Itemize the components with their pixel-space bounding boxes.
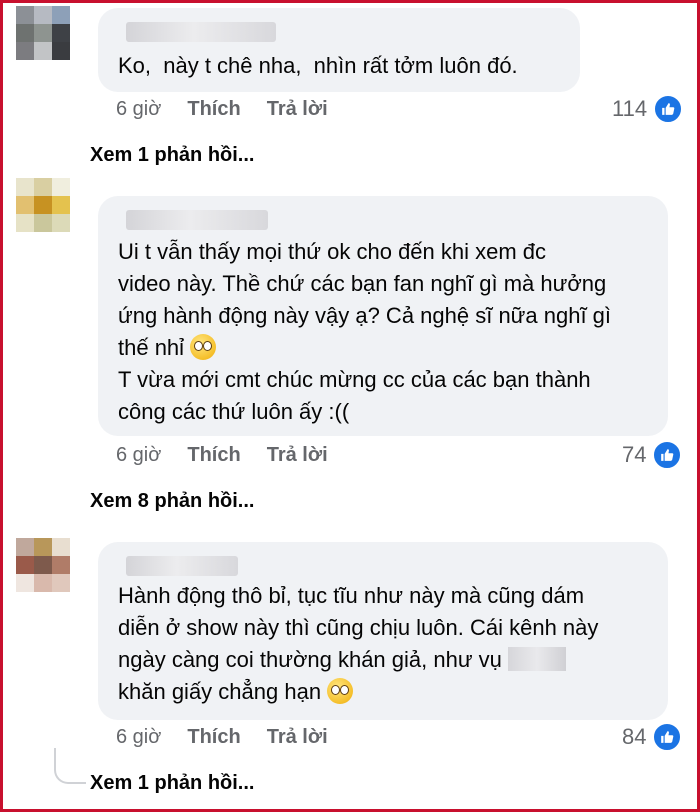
comment-bubble: Hành động thô bỉ, tục tĩu như này mà cũn…	[98, 542, 668, 720]
reply-button[interactable]: Trả lời	[267, 98, 328, 121]
comment-bubble: Ui t vẫn thấy mọi thứ ok cho đến khi xem…	[98, 196, 668, 436]
like-button[interactable]: Thích	[187, 444, 240, 467]
avatar[interactable]	[16, 538, 70, 592]
redacted-text	[508, 647, 567, 671]
comment-actions: 6 giờ Thích Trả lời	[116, 444, 328, 467]
comment-text-part: khăn giấy chẳng hạn	[118, 679, 322, 704]
view-replies-link[interactable]: Xem 1 phản hồi...	[90, 772, 254, 795]
like-thumb-icon	[652, 722, 683, 752]
comment-text: Ui t vẫn thấy mọi thứ ok cho đến khi xem…	[118, 236, 648, 428]
reply-button[interactable]: Trả lời	[267, 444, 328, 467]
like-thumb-icon	[652, 440, 683, 470]
comment-text: Ko, này t chê nha, nhìn rất tởm luôn đó.	[118, 53, 518, 78]
reaction-count: 114	[612, 96, 648, 121]
like-button[interactable]: Thích	[187, 98, 240, 121]
reaction-summary[interactable]: 74	[622, 440, 683, 470]
comment-text-part: T vừa mới cmt chúc mừng cc của các bạn t…	[118, 367, 591, 424]
author-name-blurred[interactable]	[126, 556, 238, 576]
comment-actions: 6 giờ Thích Trả lời	[116, 726, 328, 749]
like-thumb-icon	[653, 94, 684, 124]
reaction-summary[interactable]: 114	[612, 94, 684, 124]
timestamp[interactable]: 6 giờ	[116, 98, 161, 121]
avatar[interactable]	[16, 178, 70, 232]
timestamp[interactable]: 6 giờ	[116, 444, 161, 467]
comment-bubble: Ko, này t chê nha, nhìn rất tởm luôn đó.	[98, 8, 580, 92]
author-name-blurred[interactable]	[126, 210, 268, 230]
reply-thread-line	[54, 748, 86, 784]
reaction-count: 84	[622, 724, 647, 749]
avatar[interactable]	[16, 6, 70, 60]
comment-text: Hành động thô bỉ, tục tĩu như này mà cũn…	[118, 580, 648, 708]
pleading-face-emoji	[190, 334, 217, 360]
comment-actions: 6 giờ Thích Trả lời	[116, 98, 328, 121]
view-replies-link[interactable]: Xem 8 phản hồi...	[90, 490, 254, 513]
reaction-count: 74	[622, 442, 647, 467]
view-replies-link[interactable]: Xem 1 phản hồi...	[90, 144, 254, 167]
timestamp[interactable]: 6 giờ	[116, 726, 161, 749]
reply-button[interactable]: Trả lời	[267, 726, 328, 749]
like-button[interactable]: Thích	[187, 726, 240, 749]
author-name-blurred[interactable]	[126, 22, 276, 42]
flushed-face-emoji	[327, 678, 354, 704]
reaction-summary[interactable]: 84	[622, 722, 683, 752]
